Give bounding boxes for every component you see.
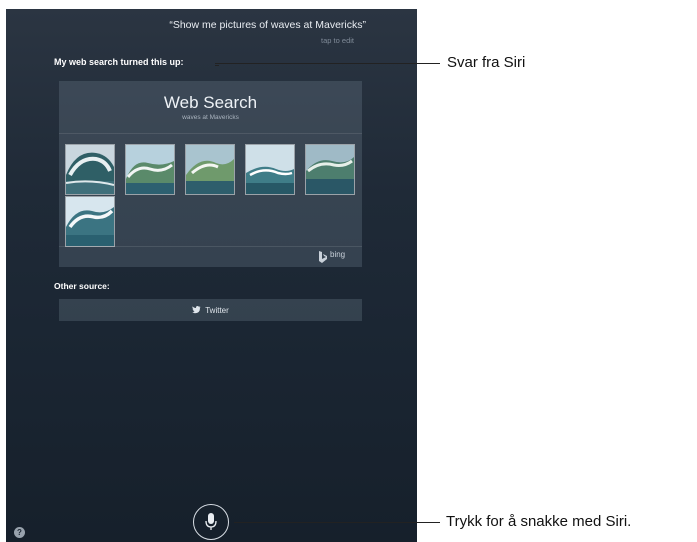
callout-response: Svar fra Siri [447, 54, 526, 71]
card-subtitle: waves at Mavericks [182, 114, 239, 121]
twitter-bird-icon [192, 306, 202, 314]
callout-mic: Trykk for å snakke med Siri. [446, 513, 632, 530]
microphone-icon [205, 513, 217, 530]
bing-logo-icon [319, 251, 327, 263]
wave-thumbnail[interactable] [125, 144, 175, 195]
card-divider [59, 133, 362, 134]
card-footer-divider [59, 246, 362, 247]
help-icon[interactable]: ? [14, 527, 25, 538]
siri-query-text[interactable]: “Show me pictures of waves at Mavericks” [6, 19, 366, 31]
callout-line-response [215, 63, 440, 64]
wave-thumbnail[interactable] [65, 196, 115, 247]
siri-screen: “Show me pictures of waves at Mavericks”… [6, 9, 417, 542]
response-label: My web search turned this up: [54, 57, 184, 67]
other-source-label: Other source: [54, 281, 110, 291]
siri-mic-button[interactable] [193, 504, 229, 540]
bing-label: bing [330, 250, 346, 259]
bing-logo[interactable]: bing [318, 250, 358, 264]
twitter-label: Twitter [205, 305, 229, 315]
tap-to-edit-label[interactable]: tap to edit [6, 36, 354, 45]
wave-thumbnail[interactable] [245, 144, 295, 195]
callout-line-mic [234, 522, 440, 523]
callout-line-response-2 [215, 65, 219, 66]
wave-thumbnail[interactable] [305, 144, 355, 195]
twitter-button[interactable]: Twitter [59, 299, 362, 321]
web-search-card: Web Search waves at Mavericks bing [59, 81, 362, 267]
wave-thumbnail[interactable] [65, 144, 115, 195]
card-title: Web Search [163, 93, 258, 112]
wave-thumbnail[interactable] [185, 144, 235, 195]
